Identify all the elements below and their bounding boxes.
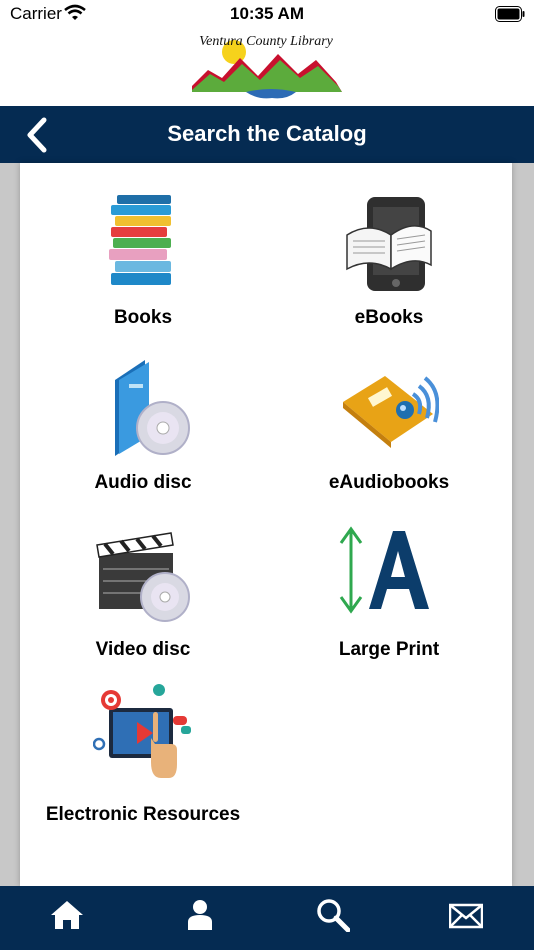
status-bar: Carrier 10:35 AM: [0, 0, 534, 30]
catalog-item-electronic-resources[interactable]: Electronic Resources: [20, 658, 266, 825]
audio-disc-icon: [115, 360, 190, 456]
catalog-item-audio-disc[interactable]: Audio disc: [20, 328, 266, 493]
catalog-item-label: eAudiobooks: [328, 472, 450, 493]
electronic-resources-icon: [93, 684, 191, 778]
catalog-item-eaudiobooks[interactable]: eAudiobooks: [266, 328, 512, 493]
tab-contact[interactable]: [399, 886, 532, 950]
eaudiobook-icon: [343, 376, 439, 448]
books-icon: [109, 195, 171, 285]
catalog-item-ebooks[interactable]: eBooks: [266, 163, 512, 328]
mail-icon: [449, 903, 483, 929]
catalog-panel: Books eBooks Audio disc eAudiobooks Vide…: [20, 163, 512, 886]
catalog-item-label: Books: [113, 307, 173, 328]
library-logo: Ventura County Library: [186, 30, 346, 104]
catalog-item-large-print[interactable]: Large Print: [266, 493, 512, 660]
catalog-item-books[interactable]: Books: [20, 163, 266, 328]
search-icon: [317, 899, 350, 932]
ebook-tablet-icon: [346, 197, 432, 291]
catalog-item-label: Electronic Resources: [45, 804, 241, 825]
tab-search[interactable]: [266, 886, 399, 950]
tab-account[interactable]: [133, 886, 266, 950]
catalog-item-label: Large Print: [338, 639, 440, 660]
tab-home[interactable]: [0, 886, 133, 950]
catalog-item-label: eBooks: [354, 307, 424, 328]
home-icon: [51, 901, 83, 929]
battery-icon: [495, 6, 525, 22]
catalog-item-video-disc[interactable]: Video disc: [20, 493, 266, 660]
catalog-item-label: Audio disc: [94, 472, 192, 493]
user-icon: [188, 900, 212, 930]
library-logo-text: Ventura County Library: [199, 34, 333, 49]
video-disc-icon: [96, 532, 190, 622]
large-print-icon: [339, 526, 429, 614]
tab-bar: [0, 886, 534, 950]
page-title: Search the Catalog: [167, 121, 367, 146]
navigation-bar: Search the Catalog: [0, 106, 534, 163]
clock: 10:35 AM: [229, 4, 304, 23]
